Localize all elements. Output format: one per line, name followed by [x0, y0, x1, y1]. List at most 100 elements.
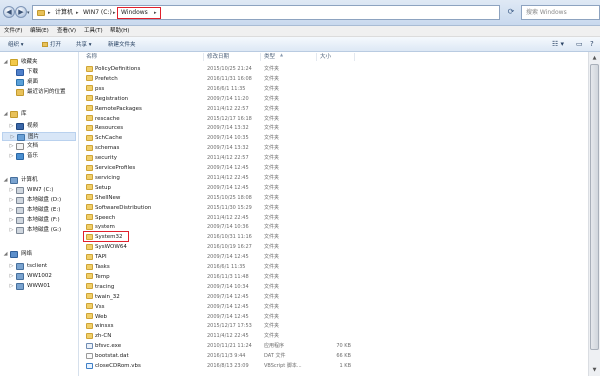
file-row[interactable]: ShellNew 2015/10/25 18:08 文件夹	[80, 193, 588, 203]
column-divider[interactable]	[203, 53, 204, 61]
expand-icon[interactable]: ▷	[8, 122, 15, 131]
expand-icon[interactable]: ▷	[8, 186, 15, 195]
file-row[interactable]: SysWOW64 2016/10/19 16:27 文件夹	[80, 242, 588, 252]
open-button[interactable]: 打开	[42, 41, 61, 49]
file-row[interactable]: system 2009/7/14 10:36 文件夹	[80, 222, 588, 232]
nav-drive-e[interactable]: ▷ 本地磁盘 (E:)	[2, 206, 76, 215]
nav-drive-d[interactable]: ▷ 本地磁盘 (D:)	[2, 196, 76, 205]
expand-icon[interactable]: ▷	[8, 206, 15, 215]
nav-ww1002[interactable]: ▷ WW1002	[2, 272, 76, 281]
file-row[interactable]: Resources 2009/7/14 13:32 文件夹	[80, 123, 588, 133]
file-row[interactable]: tracing 2009/7/14 10:34 文件夹	[80, 282, 588, 292]
file-row[interactable]: Web 2009/7/14 12:45 文件夹	[80, 312, 588, 322]
file-row[interactable]: PolicyDefinitions 2015/10/25 21:24 文件夹	[80, 64, 588, 74]
nav-downloads[interactable]: 下载	[2, 68, 76, 77]
refresh-icon[interactable]: ⟳	[503, 5, 519, 20]
collapse-icon[interactable]: ◢	[2, 58, 9, 67]
file-row[interactable]: Vss 2009/7/14 12:45 文件夹	[80, 302, 588, 312]
expand-icon[interactable]: ▷	[8, 216, 15, 225]
file-row[interactable]: Speech 2011/4/12 22:45 文件夹	[80, 213, 588, 223]
nav-music[interactable]: ▷ 音乐	[2, 152, 76, 161]
expand-icon[interactable]: ▷	[8, 142, 15, 151]
column-divider[interactable]	[260, 53, 261, 61]
menu-file[interactable]: 文件(F)	[4, 27, 22, 36]
file-row[interactable]: bootstat.dat 2016/11/3 9:44 DAT 文件 66 KB	[80, 351, 588, 361]
file-row[interactable]: SchCache 2009/7/14 10:35 文件夹	[80, 133, 588, 143]
forward-arrow-icon[interactable]: ▶	[15, 6, 27, 18]
file-row[interactable]: servicing 2011/4/12 22:45 文件夹	[80, 173, 588, 183]
file-row[interactable]: closeCDRom.vbs 2016/8/13 23:09 VBScript 脚本…	[80, 361, 588, 371]
file-row[interactable]: System32 2016/10/31 11:16 文件夹	[80, 232, 588, 242]
file-row[interactable]: zh-CN 2011/4/12 22:45 文件夹	[80, 331, 588, 341]
file-row[interactable]: Tasks 2016/6/1 11:35 文件夹	[80, 262, 588, 272]
expand-icon[interactable]: ▷	[8, 196, 15, 205]
back-arrow-icon[interactable]: ◀	[3, 6, 15, 18]
organize-button[interactable]: 组织 ▾	[8, 41, 24, 49]
column-header-date[interactable]: 修改日期	[207, 53, 229, 61]
nav-documents[interactable]: ▷ 文档	[2, 142, 76, 151]
file-row[interactable]: pss 2016/6/1 11:35 文件夹	[80, 84, 588, 94]
breadcrumb-win7-c[interactable]: WIN7 (C:)	[83, 8, 112, 18]
breadcrumb-computer[interactable]: 计算机	[55, 8, 73, 18]
file-row[interactable]: SoftwareDistribution 2015/11/30 15:29 文件夹	[80, 203, 588, 213]
nav-libraries[interactable]: ◢ 库	[2, 110, 76, 119]
column-header-size[interactable]: 大小	[320, 53, 331, 61]
file-row[interactable]: bfsvc.exe 2010/11/21 11:24 应用程序 70 KB	[80, 341, 588, 351]
expand-icon[interactable]: ▷	[8, 262, 15, 271]
menu-view[interactable]: 查看(V)	[57, 27, 76, 36]
file-row[interactable]: ServiceProfiles 2009/7/14 12:45 文件夹	[80, 163, 588, 173]
column-header-name[interactable]: 名称	[86, 53, 97, 61]
share-button[interactable]: 共享 ▾	[76, 41, 92, 49]
column-divider[interactable]	[354, 53, 355, 61]
collapse-icon[interactable]: ◢	[2, 250, 9, 259]
nav-pictures[interactable]: ▷ 图片	[2, 132, 76, 141]
chevron-right-icon[interactable]: ▸	[76, 8, 79, 18]
help-icon[interactable]: ?	[590, 40, 594, 48]
file-row[interactable]: Setup 2009/7/14 12:45 文件夹	[80, 183, 588, 193]
scroll-down-icon[interactable]: ▼	[589, 365, 600, 375]
nav-drive-g[interactable]: ▷ 本地磁盘 (G:)	[2, 226, 76, 235]
file-row[interactable]: RemotePackages 2011/4/12 22:57 文件夹	[80, 104, 588, 114]
chevron-right-icon[interactable]: ▸	[48, 8, 51, 18]
nav-desktop[interactable]: 桌面	[2, 78, 76, 87]
menu-tools[interactable]: 工具(T)	[84, 27, 103, 36]
nav-recent[interactable]: 最近访问的位置	[2, 88, 76, 97]
nav-computer[interactable]: ◢ 计算机	[2, 176, 76, 185]
menu-edit[interactable]: 编辑(E)	[30, 27, 49, 36]
nav-drive-f[interactable]: ▷ 本地磁盘 (F:)	[2, 216, 76, 225]
file-row[interactable]: rescache 2015/12/17 16:18 文件夹	[80, 114, 588, 124]
nav-network[interactable]: ◢ 网络	[2, 250, 76, 259]
scrollbar-thumb[interactable]	[590, 64, 599, 350]
new-folder-button[interactable]: 新建文件夹	[108, 41, 136, 49]
file-row[interactable]: twain_32 2009/7/14 12:45 文件夹	[80, 292, 588, 302]
menu-help[interactable]: 帮助(H)	[110, 27, 129, 36]
nav-videos[interactable]: ▷ 视频	[2, 122, 76, 131]
file-row[interactable]: Temp 2016/11/3 11:48 文件夹	[80, 272, 588, 282]
nav-tsclient[interactable]: ▷ tsclient	[2, 262, 76, 271]
expand-icon[interactable]: ▷	[8, 272, 15, 281]
vertical-scrollbar[interactable]: ▲ ▼	[588, 52, 600, 376]
column-header-type[interactable]: 类型	[264, 53, 275, 61]
expand-icon[interactable]: ▷	[8, 152, 15, 161]
nav-drive-c[interactable]: ▷ WIN7 (C:)	[2, 186, 76, 195]
file-row[interactable]: security 2011/4/12 22:57 文件夹	[80, 153, 588, 163]
address-box[interactable]: ▸ 计算机 ▸ WIN7 (C:) ▸ Windows ▸	[32, 5, 500, 20]
recent-pages-dropdown-icon[interactable]: ▾	[27, 10, 30, 16]
chevron-right-icon[interactable]: ▸	[113, 8, 116, 18]
view-options-icon[interactable]: ☷ ▾	[552, 40, 564, 48]
preview-pane-icon[interactable]: ▭	[576, 40, 583, 48]
collapse-icon[interactable]: ◢	[2, 176, 9, 185]
expand-icon[interactable]: ▷	[8, 282, 15, 291]
nav-www01[interactable]: ▷ WWW01	[2, 282, 76, 291]
expand-icon[interactable]: ▷	[9, 133, 16, 142]
file-row[interactable]: winsxs 2015/12/17 17:53 文件夹	[80, 321, 588, 331]
file-row[interactable]: schemas 2009/7/14 13:32 文件夹	[80, 143, 588, 153]
file-row[interactable]: Prefetch 2016/11/31 16:08 文件夹	[80, 74, 588, 84]
column-divider[interactable]	[316, 53, 317, 61]
nav-favorites[interactable]: ◢ 收藏夹	[2, 58, 76, 67]
expand-icon[interactable]: ▷	[8, 226, 15, 235]
file-row[interactable]: TAPI 2009/7/14 12:45 文件夹	[80, 252, 588, 262]
scroll-up-icon[interactable]: ▲	[589, 53, 600, 63]
search-input[interactable]: 搜索 Windows	[521, 5, 600, 20]
file-row[interactable]: Registration 2009/7/14 11:20 文件夹	[80, 94, 588, 104]
